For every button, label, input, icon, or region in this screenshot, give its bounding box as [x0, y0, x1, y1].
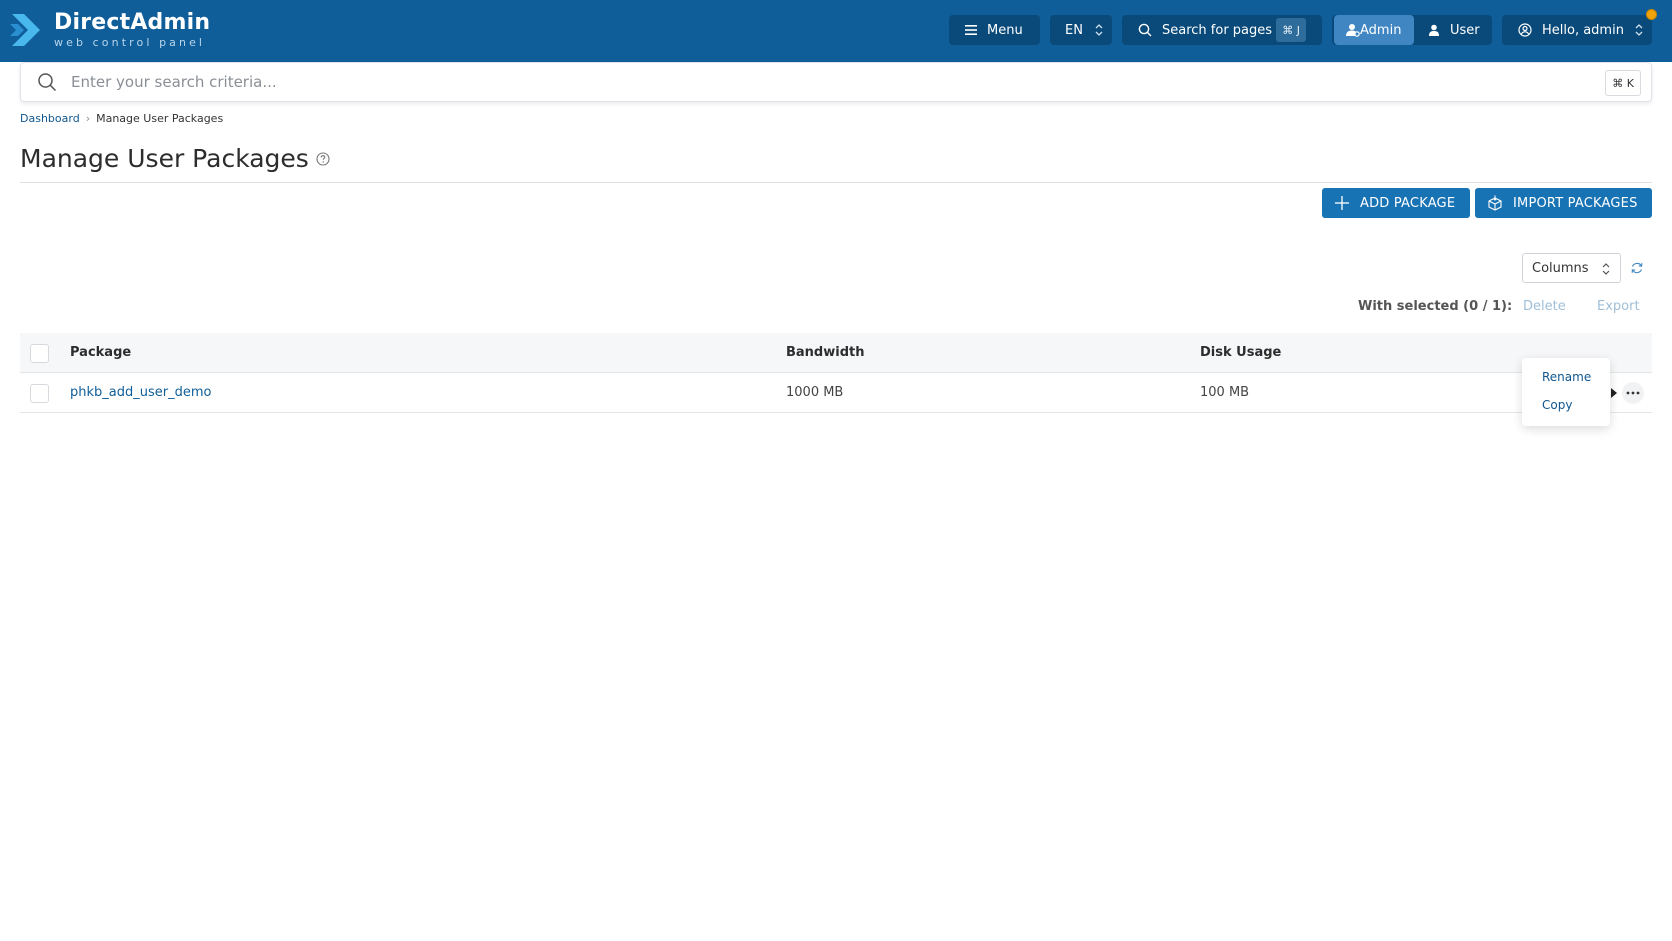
- admin-mode-label: Admin: [1360, 22, 1402, 38]
- account-circle-icon: [1518, 23, 1532, 37]
- bandwidth-cell: 1000 MB: [786, 385, 844, 400]
- row-actions-dropdown: Rename Copy: [1522, 358, 1610, 426]
- with-selected-label: With selected (0 / 1):: [1358, 299, 1513, 314]
- add-package-button[interactable]: ADD PACKAGE: [1322, 188, 1470, 218]
- global-search-bar: ⌘ K: [20, 62, 1652, 102]
- page-title: Manage User Packages: [20, 144, 309, 173]
- search-pages-label: Search for pages: [1162, 22, 1273, 38]
- search-icon: [1138, 23, 1152, 37]
- breadcrumb: Dashboard › Manage User Packages: [20, 110, 223, 126]
- columns-select-label: Columns: [1532, 260, 1589, 276]
- import-box-icon: [1488, 195, 1502, 211]
- column-header-bandwidth[interactable]: Bandwidth: [786, 345, 864, 360]
- search-icon: [38, 73, 57, 92]
- help-icon[interactable]: [316, 151, 330, 166]
- search-pages-shortcut: ⌘ J: [1276, 18, 1306, 42]
- greeting-label: Hello, admin: [1542, 22, 1624, 38]
- user-mode-label: User: [1450, 22, 1480, 38]
- brand-subtitle: web control panel: [54, 36, 206, 49]
- admin-mode-button[interactable]: Admin: [1334, 15, 1414, 45]
- ellipsis-icon: [1626, 391, 1640, 395]
- top-navigation-bar: DirectAdmin web control panel Menu EN Se…: [0, 0, 1672, 62]
- admin-user-icon: [1346, 24, 1360, 37]
- directadmin-logo-icon: [10, 14, 40, 46]
- columns-select[interactable]: Columns: [1522, 253, 1621, 283]
- notification-dot[interactable]: [1646, 9, 1657, 20]
- page-title-wrapper: Manage User Packages: [20, 144, 330, 173]
- hamburger-icon: [965, 25, 977, 35]
- copy-menu-item[interactable]: Copy: [1522, 398, 1610, 426]
- table-row: phkb_add_user_demo 1000 MB 100 MB: [20, 373, 1652, 413]
- brand-logo-link[interactable]: DirectAdmin web control panel: [10, 9, 210, 51]
- search-input[interactable]: [71, 73, 1471, 91]
- delete-selected-button[interactable]: Delete: [1523, 299, 1566, 314]
- chevron-updown-icon: [1635, 24, 1643, 36]
- search-pages-button[interactable]: Search for pages ⌘ J: [1122, 15, 1322, 45]
- row-checkbox[interactable]: [30, 384, 49, 403]
- package-name-link[interactable]: phkb_add_user_demo: [70, 385, 211, 400]
- more-actions-button[interactable]: [1622, 382, 1644, 404]
- brand-name: DirectAdmin: [54, 10, 211, 35]
- chevron-updown-icon: [1095, 24, 1103, 36]
- import-packages-button[interactable]: IMPORT PACKAGES: [1475, 188, 1652, 218]
- plus-icon: [1335, 196, 1349, 210]
- disk-usage-cell: 100 MB: [1200, 385, 1250, 400]
- rename-menu-item[interactable]: Rename: [1522, 370, 1610, 398]
- column-header-package[interactable]: Package: [70, 345, 131, 360]
- title-divider: [20, 182, 1652, 183]
- table-header-row: Package Bandwidth Disk Usage: [20, 333, 1652, 373]
- search-shortcut: ⌘ K: [1605, 70, 1641, 96]
- export-selected-button[interactable]: Export: [1597, 299, 1640, 314]
- column-header-disk-usage[interactable]: Disk Usage: [1200, 345, 1281, 360]
- caret-right-icon: [1611, 388, 1617, 398]
- chevron-updown-icon: [1602, 263, 1610, 275]
- account-menu-button[interactable]: Hello, admin: [1502, 15, 1652, 45]
- packages-table: Package Bandwidth Disk Usage phkb_add_us…: [20, 333, 1652, 413]
- refresh-icon[interactable]: [1630, 261, 1644, 275]
- menu-button-label: Menu: [987, 22, 1023, 38]
- breadcrumb-current: Manage User Packages: [96, 111, 224, 125]
- chevron-right-icon: ›: [85, 111, 91, 125]
- import-packages-label: IMPORT PACKAGES: [1513, 195, 1638, 211]
- select-all-checkbox[interactable]: [30, 344, 49, 363]
- admin-user-mode-switch: Admin User: [1332, 15, 1492, 45]
- language-value: EN: [1065, 22, 1083, 38]
- menu-button[interactable]: Menu: [949, 15, 1040, 45]
- user-icon: [1429, 24, 1439, 36]
- breadcrumb-dashboard-link[interactable]: Dashboard: [20, 112, 80, 125]
- user-mode-button[interactable]: User: [1420, 15, 1480, 45]
- language-select[interactable]: EN: [1050, 15, 1112, 45]
- add-package-label: ADD PACKAGE: [1360, 195, 1456, 211]
